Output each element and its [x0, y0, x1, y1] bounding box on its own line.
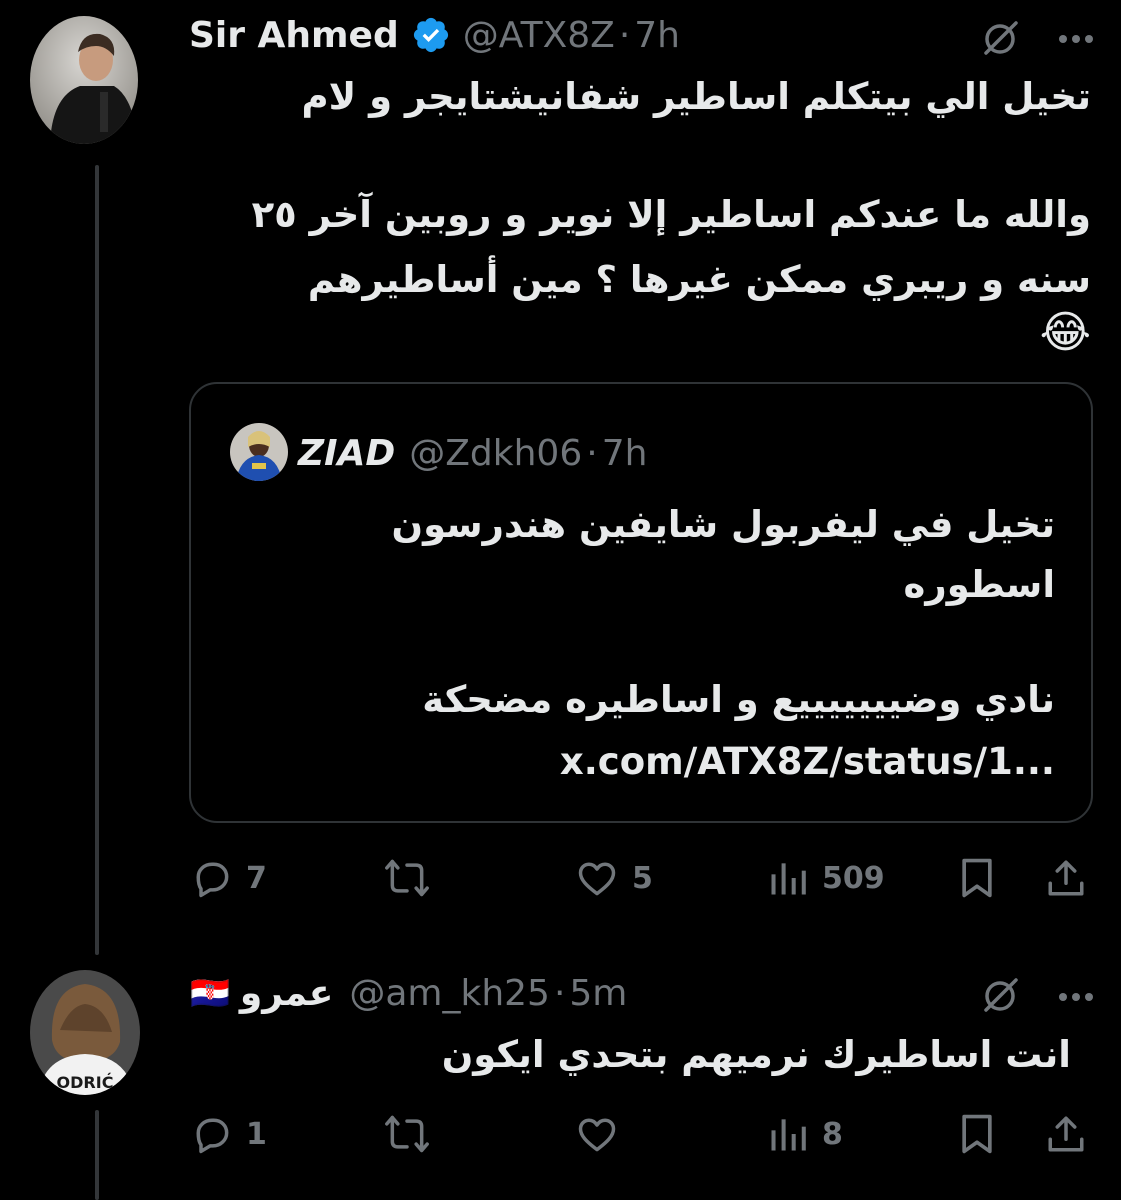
- views-icon: [771, 863, 806, 895]
- tweet-text-line-3: سنه و ريبري ممكن غيرها ؟ مين أساطيرهم: [307, 258, 1091, 301]
- author-avatar[interactable]: [30, 16, 138, 144]
- reply-author-avatar[interactable]: ODRIĆ: [30, 970, 140, 1095]
- quoted-text-line-2: اسطوره: [903, 563, 1055, 606]
- reply-reply-count: 1: [246, 1116, 267, 1152]
- tweet-text-line-1: تخيل الي بيتكلم اساطير شفانيشتايجر و لام: [301, 75, 1091, 118]
- views-button[interactable]: 509: [766, 856, 885, 900]
- header-separator: ·: [618, 14, 631, 56]
- tweet-header: Sir Ahmed @ATX8Z · 7h: [189, 10, 680, 60]
- view-count: 509: [822, 860, 885, 896]
- reply-bookmark-icon: [962, 1114, 992, 1154]
- tweet-text-line-2: والله ما عندكم اساطير إلا نوير و روبين آ…: [251, 193, 1091, 236]
- reply-views-icon: [771, 1119, 806, 1151]
- more-options-icon[interactable]: [1058, 29, 1094, 48]
- reply-retweet-button[interactable]: [383, 1112, 431, 1156]
- quoted-text-line-1: تخيل في ليفربول شايفين هندرسون: [391, 503, 1055, 546]
- reply-author-name[interactable]: عمرو: [240, 973, 334, 1014]
- reply-share-icon: [1048, 1116, 1084, 1152]
- quoted-text-link[interactable]: x.com/ATX8Z/status/1...: [560, 729, 1055, 794]
- reply-author-handle[interactable]: @am_kh25: [349, 973, 550, 1014]
- author-name[interactable]: Sir Ahmed: [189, 15, 399, 56]
- quoted-avatar-photo: [230, 423, 288, 481]
- reply-view-count: 8: [822, 1116, 843, 1152]
- reply-bookmark-button[interactable]: [957, 1112, 997, 1160]
- jersey-name: ODRIĆ: [57, 1073, 114, 1092]
- quoted-author-name: ZIAD: [298, 432, 396, 474]
- reply-reply-icon: [196, 1118, 229, 1154]
- quoted-text-line-3: نادي وضيييييييع و اساطيره مضحكة: [422, 678, 1055, 721]
- avatar-photo: [30, 16, 138, 144]
- reply-like-button[interactable]: [574, 1112, 620, 1156]
- flag-croatia-icon: 🇭🇷: [190, 974, 230, 1012]
- reply-retweet-icon: [385, 1115, 429, 1153]
- reply-more-options-icon[interactable]: [1058, 987, 1094, 1006]
- reply-grok-icon[interactable]: [978, 973, 1022, 1021]
- quoted-author-avatar[interactable]: [230, 423, 288, 481]
- bookmark-button[interactable]: [957, 856, 997, 904]
- reply-share-button[interactable]: [1045, 1112, 1087, 1160]
- tweet-text-emoji: 😂: [1039, 307, 1091, 358]
- quoted-tweet-header: ZIAD @Zdkh06 · 7h: [298, 428, 647, 478]
- retweet-icon: [385, 859, 429, 897]
- thread-connector-line: [95, 165, 99, 955]
- grok-icon[interactable]: [978, 16, 1022, 64]
- share-icon: [1048, 860, 1084, 896]
- like-count: 5: [632, 860, 653, 896]
- reply-header: 🇭🇷 عمرو @am_kh25 · 5m: [190, 968, 627, 1018]
- reply-avatar-photo: ODRIĆ: [30, 970, 140, 1095]
- heart-icon: [578, 862, 616, 896]
- bookmark-icon: [962, 858, 992, 898]
- reply-heart-icon: [578, 1118, 616, 1152]
- quoted-author-handle: @Zdkh06: [409, 432, 583, 474]
- verified-badge-icon: [411, 15, 451, 55]
- reply-time[interactable]: 5m: [569, 973, 627, 1014]
- author-handle[interactable]: @ATX8Z: [463, 15, 615, 56]
- reply-button[interactable]: 7: [190, 856, 267, 900]
- reply-text-line-1: انت اساطيرك نرميهم بتحدي ايكون: [441, 1033, 1071, 1076]
- reply-views-button[interactable]: 8: [766, 1112, 843, 1156]
- reply-header-separator: ·: [553, 972, 566, 1014]
- retweet-button[interactable]: [383, 856, 431, 900]
- quoted-tweet-time: 7h: [601, 432, 648, 474]
- quoted-header-separator: ·: [586, 432, 598, 474]
- like-button[interactable]: 5: [574, 856, 653, 900]
- reply-connector-line: [95, 1110, 99, 1200]
- tweet-time[interactable]: 7h: [634, 15, 680, 56]
- reply-icon: [196, 862, 229, 898]
- reply-reply-button[interactable]: 1: [190, 1112, 267, 1156]
- reply-count: 7: [246, 860, 267, 896]
- share-button[interactable]: [1045, 856, 1087, 904]
